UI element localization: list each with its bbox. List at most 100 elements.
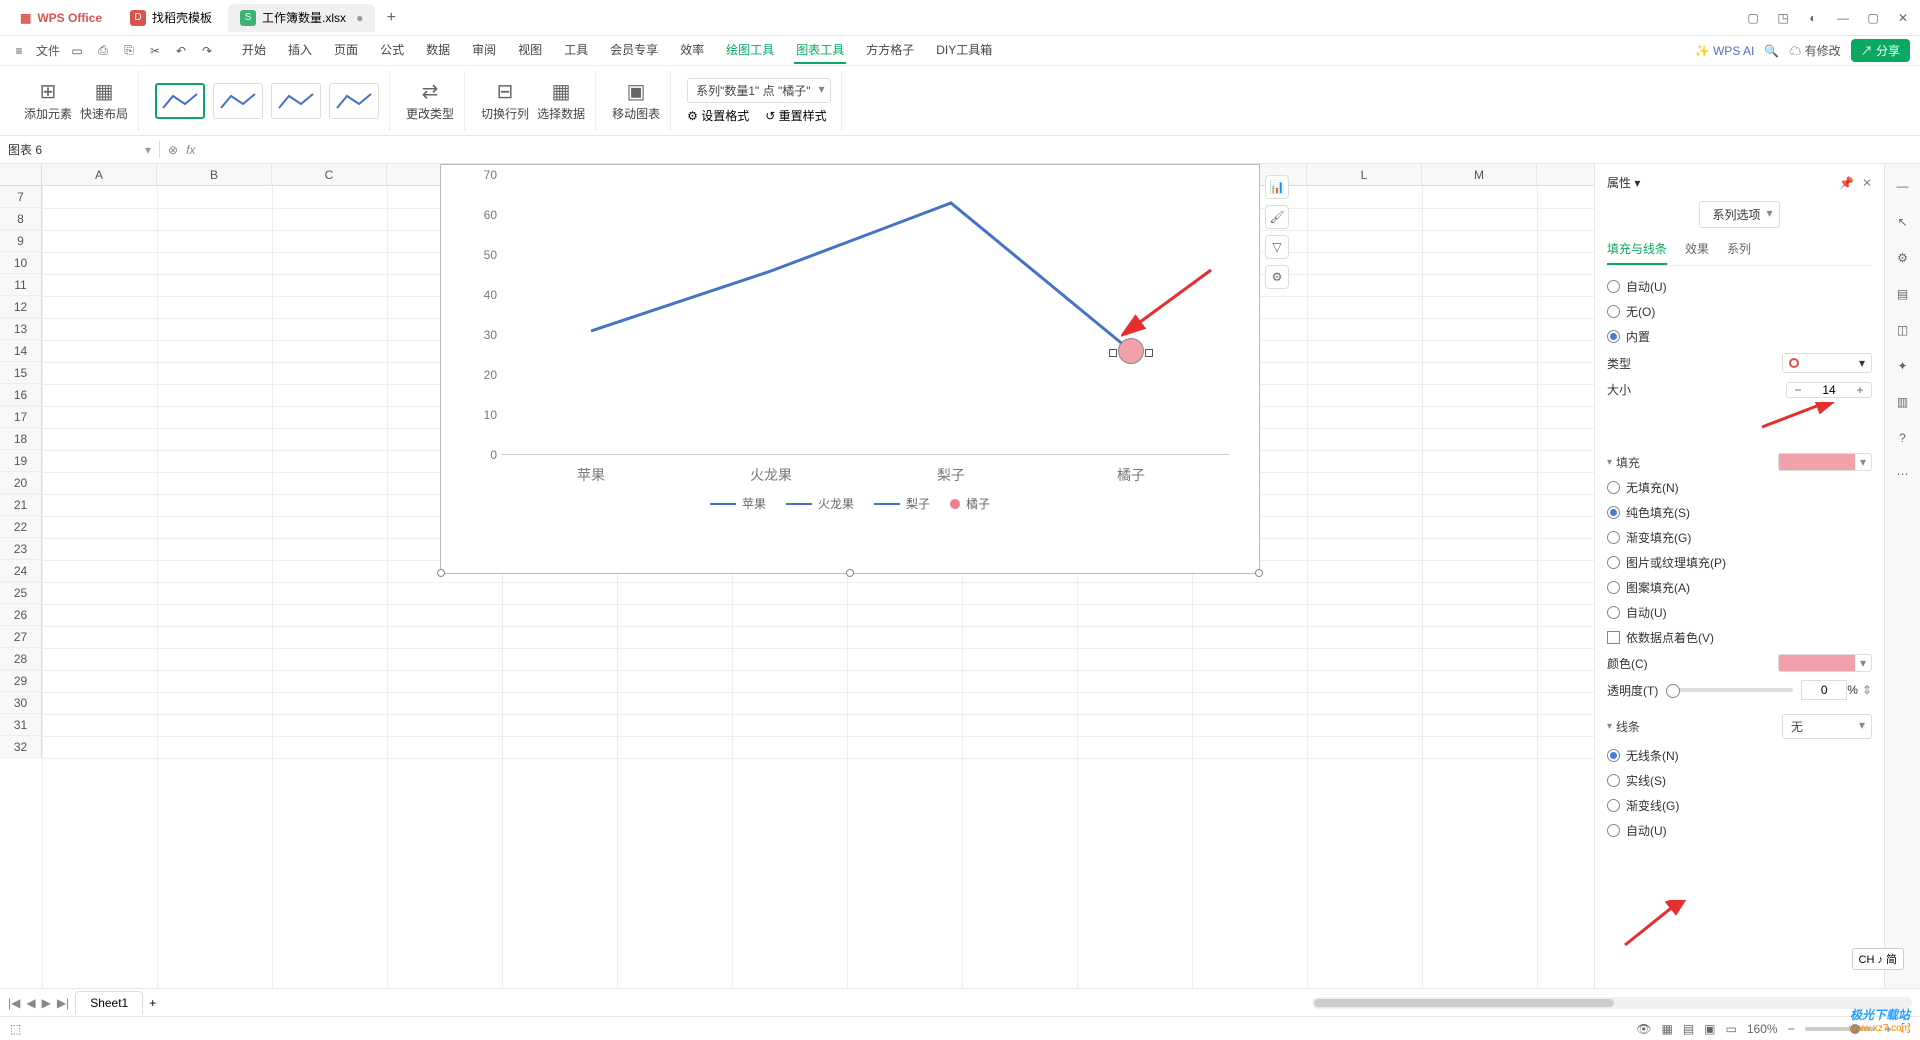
file-menu[interactable]: 文件 xyxy=(36,42,60,59)
row-header[interactable]: 25 xyxy=(0,582,42,604)
maximize-icon[interactable]: ▢ xyxy=(1864,9,1882,27)
col-header[interactable]: A xyxy=(42,164,157,185)
search-icon[interactable]: 🔍 xyxy=(1764,44,1779,58)
chart-settings-icon[interactable]: ⚙ xyxy=(1265,265,1289,289)
fill-swatch-dropdown[interactable]: ▾ xyxy=(1778,453,1872,471)
view-layout-icon[interactable]: ▣ xyxy=(1704,1022,1715,1036)
tab-data[interactable]: 数据 xyxy=(424,37,452,64)
view-reading-icon[interactable]: ▭ xyxy=(1726,1022,1737,1036)
tab-chart-tools[interactable]: 图表工具 xyxy=(794,37,846,64)
chart-style-thumb-2[interactable] xyxy=(213,83,263,119)
tab-efficiency[interactable]: 效率 xyxy=(678,37,706,64)
marker-type-dropdown[interactable]: ▾ xyxy=(1782,353,1872,373)
view-eye-icon[interactable]: 👁 xyxy=(1636,1022,1651,1036)
chart-legend[interactable]: 苹果 火龙果 梨子 橘子 xyxy=(461,495,1239,512)
fill-color-dropdown[interactable]: ▾ xyxy=(1778,654,1872,672)
add-sheet-button[interactable]: + xyxy=(149,996,156,1010)
tab-view[interactable]: 视图 xyxy=(516,37,544,64)
avatar-icon[interactable]: ◐ xyxy=(1804,9,1822,27)
cloud-modify[interactable]: ☁ 有修改 xyxy=(1789,42,1840,59)
radio-fill-solid[interactable]: 纯色填充(S) xyxy=(1607,504,1872,521)
row-header[interactable]: 23 xyxy=(0,538,42,560)
check-vary-by-point[interactable]: 依数据点着色(V) xyxy=(1607,629,1872,646)
select-icon[interactable]: ↖ xyxy=(1893,212,1913,232)
hamburger-icon[interactable]: ≡ xyxy=(10,44,28,58)
tab-insert[interactable]: 插入 xyxy=(286,37,314,64)
close-panel-icon[interactable]: ✕ xyxy=(1862,176,1872,190)
row-header[interactable]: 31 xyxy=(0,714,42,736)
row-header[interactable]: 29 xyxy=(0,670,42,692)
select-all-corner[interactable] xyxy=(0,164,42,185)
window-float-icon[interactable]: ▢ xyxy=(1744,9,1762,27)
close-icon[interactable]: ✕ xyxy=(1894,9,1912,27)
tools-icon[interactable]: ✦ xyxy=(1893,356,1913,376)
share-button[interactable]: ↗ 分享 xyxy=(1851,39,1910,62)
legend-item[interactable]: 火龙果 xyxy=(786,495,854,512)
legend-item[interactable]: 橘子 xyxy=(950,495,990,512)
tab-drawing-tools[interactable]: 绘图工具 xyxy=(724,37,776,64)
chart-styles-icon[interactable]: 🖌 xyxy=(1265,205,1289,229)
row-header[interactable]: 24 xyxy=(0,560,42,582)
row-header[interactable]: 15 xyxy=(0,362,42,384)
tab-fill-line[interactable]: 填充与线条 xyxy=(1607,240,1667,265)
chart-elements-icon[interactable]: 📊 xyxy=(1265,175,1289,199)
radio-line-solid[interactable]: 实线(S) xyxy=(1607,772,1872,789)
radio-fill-pattern[interactable]: 图案填充(A) xyxy=(1607,579,1872,596)
radio-fill-none[interactable]: 无填充(N) xyxy=(1607,479,1872,496)
row-header[interactable]: 14 xyxy=(0,340,42,362)
help-icon[interactable]: ? xyxy=(1893,428,1913,448)
tab-page[interactable]: 页面 xyxy=(332,37,360,64)
chart-object[interactable]: 📊 🖌 ▽ ⚙ 010203040506070苹果火龙果梨子橘子 苹果 火龙果 … xyxy=(440,164,1260,574)
doc-tab-workbook[interactable]: S 工作簿数量.xlsx ● xyxy=(228,4,375,32)
row-header[interactable]: 21 xyxy=(0,494,42,516)
layers-icon[interactable]: ▤ xyxy=(1893,284,1913,304)
radio-marker-none[interactable]: 无(O) xyxy=(1607,303,1872,320)
row-header[interactable]: 10 xyxy=(0,252,42,274)
chart-filter-icon[interactable]: ▽ xyxy=(1265,235,1289,259)
stepper-minus[interactable]: − xyxy=(1787,383,1809,397)
radio-marker-auto[interactable]: 自动(U) xyxy=(1607,278,1872,295)
row-header[interactable]: 11 xyxy=(0,274,42,296)
radio-fill-auto[interactable]: 自动(U) xyxy=(1607,604,1872,621)
app-tab[interactable]: ▦ WPS Office xyxy=(8,4,114,32)
chart-element-selector[interactable]: 系列"数量1" 点 "橘子" xyxy=(687,78,831,103)
minimize-icon[interactable]: — xyxy=(1834,9,1852,27)
opacity-slider[interactable] xyxy=(1666,688,1793,692)
settings-rail-icon[interactable]: ⚙ xyxy=(1893,248,1913,268)
sheet-nav-prev[interactable]: ◀ xyxy=(26,996,35,1010)
sheet-area[interactable]: A B C D E F G H I J K L M 78910111213141… xyxy=(0,164,1594,988)
tab-diy[interactable]: DIY工具箱 xyxy=(934,37,994,64)
row-header[interactable]: 18 xyxy=(0,428,42,450)
row-header[interactable]: 27 xyxy=(0,626,42,648)
save-icon[interactable]: ▭ xyxy=(68,44,86,58)
radio-fill-gradient[interactable]: 渐变填充(G) xyxy=(1607,529,1872,546)
selected-data-point[interactable] xyxy=(1118,338,1144,364)
row-header[interactable]: 22 xyxy=(0,516,42,538)
row-header[interactable]: 20 xyxy=(0,472,42,494)
row-header[interactable]: 32 xyxy=(0,736,42,758)
change-type-button[interactable]: ⇄更改类型 xyxy=(406,79,454,122)
col-header[interactable]: C xyxy=(272,164,387,185)
sheet-nav-last[interactable]: ▶| xyxy=(57,996,69,1010)
row-header[interactable]: 8 xyxy=(0,208,42,230)
radio-marker-builtin[interactable]: 内置 xyxy=(1607,328,1872,345)
legend-item[interactable]: 梨子 xyxy=(874,495,930,512)
collapse-rail-icon[interactable]: — xyxy=(1893,176,1913,196)
tab-home[interactable]: 开始 xyxy=(240,37,268,64)
row-header[interactable]: 17 xyxy=(0,406,42,428)
view-normal-icon[interactable]: ▦ xyxy=(1661,1022,1672,1036)
more-icon[interactable]: ⋯ xyxy=(1893,464,1913,484)
cube-icon[interactable]: ◳ xyxy=(1774,9,1792,27)
row-header[interactable]: 30 xyxy=(0,692,42,714)
name-box[interactable]: 图表 6 xyxy=(0,141,160,158)
sheet-nav-first[interactable]: |◀ xyxy=(8,996,20,1010)
row-header[interactable]: 19 xyxy=(0,450,42,472)
col-header[interactable]: M xyxy=(1422,164,1537,185)
style-icon[interactable]: ◫ xyxy=(1893,320,1913,340)
col-header[interactable]: B xyxy=(157,164,272,185)
view-pagebreak-icon[interactable]: ▤ xyxy=(1683,1022,1694,1036)
row-header[interactable]: 12 xyxy=(0,296,42,318)
chart-style-thumb-1[interactable] xyxy=(155,83,205,119)
library-icon[interactable]: ▥ xyxy=(1893,392,1913,412)
line-section-title[interactable]: 线条 无 xyxy=(1607,714,1872,739)
